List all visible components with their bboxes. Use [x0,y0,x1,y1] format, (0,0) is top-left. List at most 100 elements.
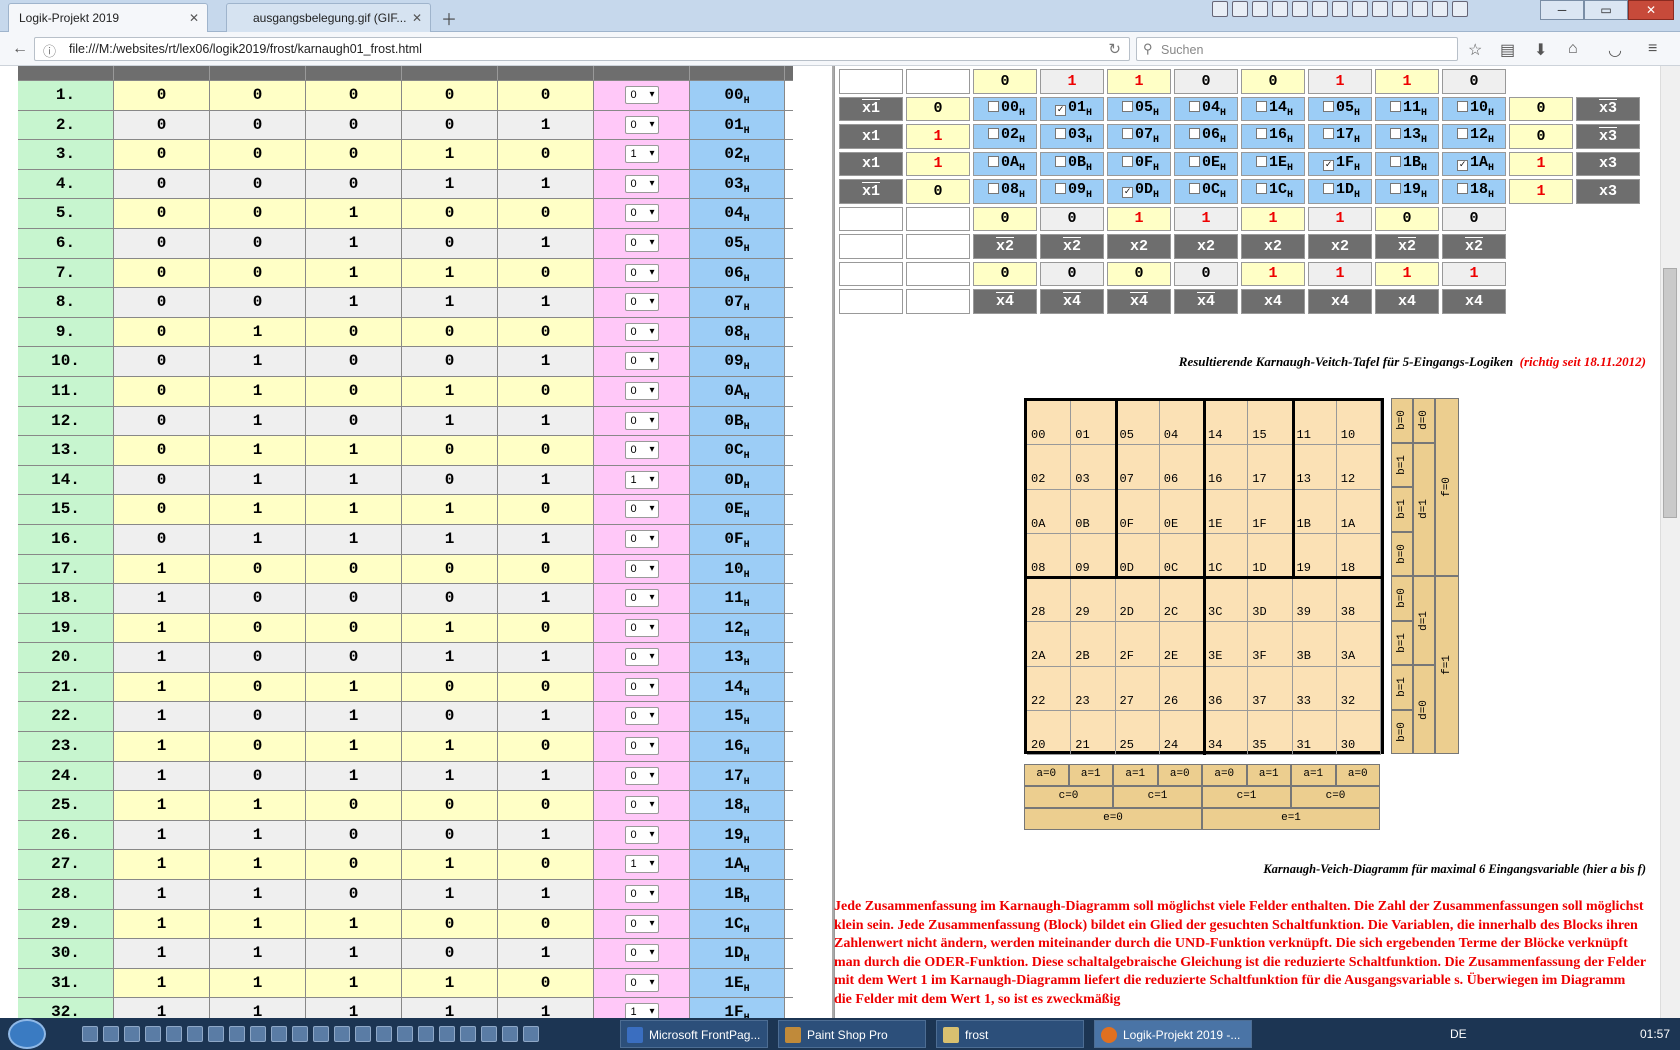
checkbox[interactable] [1121,128,1133,140]
checkbox[interactable]: ✓ [1054,104,1066,116]
search-input[interactable]: ⚲ Suchen [1136,37,1458,61]
checkbox[interactable] [1322,128,1334,140]
app-icon[interactable] [418,1026,434,1042]
output-select[interactable]: 0 [624,500,659,519]
app-icon[interactable] [1252,1,1268,17]
app-icon[interactable] [145,1026,161,1042]
taskbar-paintshop[interactable]: Paint Shop Pro [778,1020,926,1048]
app-icon[interactable] [502,1026,518,1042]
checkbox[interactable] [987,100,999,112]
output-select[interactable]: 0 [624,86,659,104]
output-select[interactable]: 0 [624,707,659,726]
minimize-button[interactable]: ─ [1540,0,1584,20]
app-icon[interactable] [1292,1,1308,17]
app-icon[interactable] [1352,1,1368,17]
language-indicator[interactable]: DE [1450,1027,1467,1041]
checkbox[interactable] [1389,183,1401,195]
app-icon[interactable] [460,1026,476,1042]
checkbox[interactable] [1255,183,1267,195]
checkbox[interactable] [1188,100,1200,112]
new-tab-icon[interactable]: ＋ [441,6,457,30]
app-icon[interactable] [166,1026,182,1042]
reading-list-icon[interactable]: ▤ [1500,40,1515,60]
output-select[interactable]: 0 [624,293,659,312]
app-icon[interactable] [376,1026,392,1042]
app-icon[interactable] [313,1026,329,1042]
close-tab-icon[interactable]: ✕ [189,11,199,25]
checkbox[interactable] [1054,155,1066,167]
app-icon[interactable] [187,1026,203,1042]
bookmark-star-icon[interactable]: ☆ [1468,40,1482,60]
output-select[interactable]: 1 [624,855,659,874]
checkbox[interactable] [1054,128,1066,140]
output-select[interactable]: 0 [624,322,659,341]
app-icon[interactable] [1212,1,1228,17]
output-select[interactable]: 0 [624,381,659,400]
app-icon[interactable] [1272,1,1288,17]
checkbox[interactable]: ✓ [1322,159,1334,171]
output-select[interactable]: 0 [624,618,659,637]
output-select[interactable]: 1 [624,1003,659,1018]
app-icon[interactable] [481,1026,497,1042]
output-select[interactable]: 0 [624,914,659,933]
app-icon[interactable] [355,1026,371,1042]
checkbox[interactable] [1322,183,1334,195]
checkbox[interactable] [1456,128,1468,140]
taskbar-frontpage[interactable]: Microsoft FrontPag... [620,1020,768,1048]
checkbox[interactable] [1188,155,1200,167]
app-icon[interactable] [103,1026,119,1042]
start-button[interactable] [8,1019,46,1049]
app-icon[interactable] [523,1026,539,1042]
app-icon[interactable] [1372,1,1388,17]
output-select[interactable]: 0 [624,115,659,134]
clock[interactable]: 01:57 [1640,1027,1670,1041]
checkbox[interactable] [987,128,999,140]
maximize-button[interactable]: ▭ [1584,0,1628,20]
output-select[interactable]: 0 [624,766,659,785]
scrollbar[interactable] [1660,66,1680,1018]
checkbox[interactable] [1389,100,1401,112]
checkbox[interactable] [1188,183,1200,195]
checkbox[interactable] [1121,155,1133,167]
output-select[interactable]: 0 [624,263,659,282]
output-select[interactable]: 0 [624,559,659,578]
app-icon[interactable] [229,1026,245,1042]
app-icon[interactable] [271,1026,287,1042]
checkbox[interactable]: ✓ [1456,159,1468,171]
output-select[interactable]: 0 [624,352,659,371]
close-window-button[interactable]: ✕ [1628,0,1674,20]
checkbox[interactable] [1255,128,1267,140]
app-icon[interactable] [1392,1,1408,17]
info-icon[interactable]: ⓘ [43,41,56,60]
checkbox[interactable] [1188,128,1200,140]
app-icon[interactable] [1432,1,1448,17]
app-icon[interactable] [1332,1,1348,17]
checkbox[interactable] [987,183,999,195]
app-icon[interactable] [292,1026,308,1042]
close-tab-icon[interactable]: ✕ [412,11,422,25]
output-select[interactable]: 0 [624,174,659,193]
checkbox[interactable] [1456,100,1468,112]
checkbox[interactable]: ✓ [1121,187,1133,199]
checkbox[interactable] [987,155,999,167]
output-select[interactable]: 0 [624,648,659,667]
app-icon[interactable] [1412,1,1428,17]
app-icon[interactable] [1232,1,1248,17]
tab-ausgangsbelegung[interactable]: ausgangsbelegung.gif (GIF... ✕ [226,3,431,32]
output-select[interactable]: 0 [624,204,659,223]
app-icon[interactable] [124,1026,140,1042]
back-icon[interactable]: ← [12,40,28,58]
reload-icon[interactable]: ↻ [1108,40,1121,58]
output-select[interactable]: 1 [624,470,659,489]
checkbox[interactable] [1389,128,1401,140]
taskbar-frost-folder[interactable]: frost [936,1020,1084,1048]
home-icon[interactable]: ⌂ [1568,40,1578,58]
tab-logik-projekt[interactable]: Logik-Projekt 2019 ✕ [8,3,208,32]
output-select[interactable]: 0 [624,944,659,963]
checkbox[interactable] [1389,155,1401,167]
url-bar[interactable]: ⓘ file:///M:/websites/rt/lex06/logik2019… [34,37,1130,61]
app-icon[interactable] [1312,1,1328,17]
app-icon[interactable] [208,1026,224,1042]
output-select[interactable]: 0 [624,973,659,992]
output-select[interactable]: 0 [624,885,659,904]
